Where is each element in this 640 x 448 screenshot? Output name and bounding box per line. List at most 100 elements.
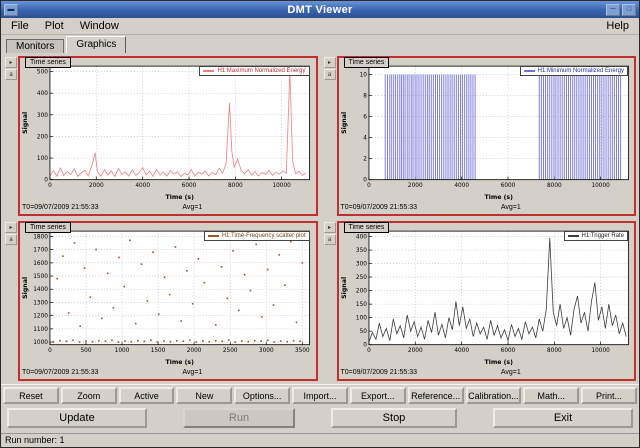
svg-text:2000: 2000 xyxy=(187,348,202,354)
menu-help[interactable]: Help xyxy=(598,19,637,33)
pane-controls: ▸ a xyxy=(323,221,337,381)
svg-text:4: 4 xyxy=(363,136,367,142)
chart-legend: H1:Time-Frequency scatter plot xyxy=(204,231,310,241)
svg-text:500: 500 xyxy=(37,69,48,75)
svg-text:2: 2 xyxy=(363,157,367,163)
pane-controls: ▸ a xyxy=(4,56,18,216)
svg-text:Signal: Signal xyxy=(341,112,348,134)
svg-text:1500: 1500 xyxy=(151,348,166,354)
dmt-viewer-window: ▬ DMT Viewer ─ □ File Plot Window Help M… xyxy=(0,0,640,448)
svg-text:1300: 1300 xyxy=(33,300,48,306)
options-button[interactable]: Options... xyxy=(234,387,290,404)
panel-footer: T0=09/07/2009 21:55:33 Avg=1 xyxy=(22,202,314,214)
menu-window[interactable]: Window xyxy=(72,19,127,33)
update-button[interactable]: Update xyxy=(7,408,147,428)
svg-text:400: 400 xyxy=(37,91,48,97)
new-button[interactable]: New xyxy=(176,387,232,404)
plot-panel-top-right: ▸ a Time series 020004000600080001000002… xyxy=(323,56,637,216)
zoom-button[interactable]: Zoom xyxy=(61,387,117,404)
chart-canvas[interactable]: 0500100015002000250030003500100011001200… xyxy=(20,223,316,367)
svg-text:100: 100 xyxy=(355,316,366,322)
import-button[interactable]: Import... xyxy=(292,387,348,404)
menubar: File Plot Window Help xyxy=(1,18,639,35)
pane-controls: ▸ a xyxy=(4,221,18,381)
plot-area: Time series 0200040006000800010000050100… xyxy=(337,221,637,381)
svg-text:2000: 2000 xyxy=(89,183,104,189)
t0-timestamp: T0=09/07/2009 21:55:33 xyxy=(22,369,98,376)
pane-auto-scale-button[interactable]: a xyxy=(5,69,17,80)
pane-expand-button[interactable]: ▸ xyxy=(324,222,336,233)
exit-button[interactable]: Exit xyxy=(493,408,633,428)
t0-timestamp: T0=09/07/2009 21:55:33 xyxy=(341,369,417,376)
svg-text:2000: 2000 xyxy=(407,183,422,189)
pane-auto-scale-button[interactable]: a xyxy=(324,69,336,80)
triangle-right-icon: ▸ xyxy=(328,225,331,231)
legend-label: H1:Minimum Normalized Energy xyxy=(538,68,624,74)
svg-text:Signal: Signal xyxy=(341,277,348,299)
svg-text:Time (s): Time (s) xyxy=(166,359,195,366)
chart-legend: H1:Maximum Normalized Energy xyxy=(199,66,309,76)
svg-text:0: 0 xyxy=(367,348,371,354)
auto-scale-icon: a xyxy=(328,237,331,243)
svg-text:Time (s): Time (s) xyxy=(484,359,513,366)
chart-canvas[interactable]: 0200040006000800010000050100150200250300… xyxy=(339,223,635,367)
active-button[interactable]: Active xyxy=(119,387,175,404)
plot-panel-bottom-right: ▸ a Time series 020004000600080001000005… xyxy=(323,221,637,381)
svg-text:0: 0 xyxy=(44,178,48,184)
svg-text:250: 250 xyxy=(355,275,366,281)
svg-text:400: 400 xyxy=(355,234,366,240)
stop-button[interactable]: Stop xyxy=(331,408,457,428)
pane-auto-scale-button[interactable]: a xyxy=(5,234,17,245)
panel-tab-time-series: Time series xyxy=(25,57,71,68)
legend-label: H1:Maximum Normalized Energy xyxy=(217,68,305,74)
maximize-button[interactable]: □ xyxy=(622,4,636,16)
panel-tab-time-series: Time series xyxy=(25,222,71,233)
menu-plot[interactable]: Plot xyxy=(37,19,72,33)
math-button[interactable]: Math... xyxy=(523,387,579,404)
svg-text:3000: 3000 xyxy=(259,348,274,354)
run-number-text: Run number: 1 xyxy=(5,435,65,445)
minimize-button[interactable]: ─ xyxy=(606,4,620,16)
export-button[interactable]: Export... xyxy=(350,387,406,404)
pane-expand-button[interactable]: ▸ xyxy=(5,57,17,68)
svg-text:500: 500 xyxy=(80,348,91,354)
plot-panel-top-left: ▸ a Time series 020004000600080001000001… xyxy=(4,56,318,216)
print-button[interactable]: Print... xyxy=(581,387,637,404)
tab-monitors[interactable]: Monitors xyxy=(6,39,64,53)
svg-text:6000: 6000 xyxy=(500,183,515,189)
reference-button[interactable]: Reference... xyxy=(408,387,464,404)
svg-text:0: 0 xyxy=(363,343,367,349)
panel-footer: T0=09/07/2009 21:55:33 Avg=1 xyxy=(341,367,633,379)
svg-text:Signal: Signal xyxy=(22,112,29,134)
pane-expand-button[interactable]: ▸ xyxy=(5,222,17,233)
legend-line-swatch xyxy=(524,70,535,72)
svg-text:1700: 1700 xyxy=(33,248,48,254)
reset-button[interactable]: Reset xyxy=(3,387,59,404)
calibration-button[interactable]: Calibration... xyxy=(466,387,522,404)
pane-controls: ▸ a xyxy=(323,56,337,216)
status-bar: Run number: 1 xyxy=(1,433,639,447)
svg-text:0: 0 xyxy=(367,183,371,189)
chart-canvas[interactable]: 02000400060008000100000246810Time (s)Sig… xyxy=(339,58,635,202)
plot-panel-bottom-left: ▸ a Time series 050010001500200025003000… xyxy=(4,221,318,381)
tab-graphics[interactable]: Graphics xyxy=(66,36,126,53)
plot-grid: ▸ a Time series 020004000600080001000001… xyxy=(1,53,639,384)
svg-text:10000: 10000 xyxy=(591,183,610,189)
window-title: DMT Viewer xyxy=(1,4,639,16)
window-menu-button[interactable]: ▬ xyxy=(4,4,18,16)
run-button[interactable]: Run xyxy=(183,408,295,428)
svg-text:0: 0 xyxy=(363,178,367,184)
pane-expand-button[interactable]: ▸ xyxy=(324,57,336,68)
avg-label: Avg=1 xyxy=(182,202,202,213)
panel-tab-time-series: Time series xyxy=(344,222,390,233)
panel-footer: T0=09/07/2009 21:55:33 Avg=1 xyxy=(22,367,314,379)
svg-text:Signal: Signal xyxy=(22,277,29,299)
svg-text:10: 10 xyxy=(359,73,367,79)
minimize-icon: ─ xyxy=(611,6,616,13)
svg-text:8000: 8000 xyxy=(546,348,561,354)
svg-text:10000: 10000 xyxy=(591,348,610,354)
menu-file[interactable]: File xyxy=(3,19,37,33)
svg-text:1600: 1600 xyxy=(33,261,48,267)
pane-auto-scale-button[interactable]: a xyxy=(324,234,336,245)
chart-canvas[interactable]: 02000400060008000100000100200300400500Ti… xyxy=(20,58,316,202)
